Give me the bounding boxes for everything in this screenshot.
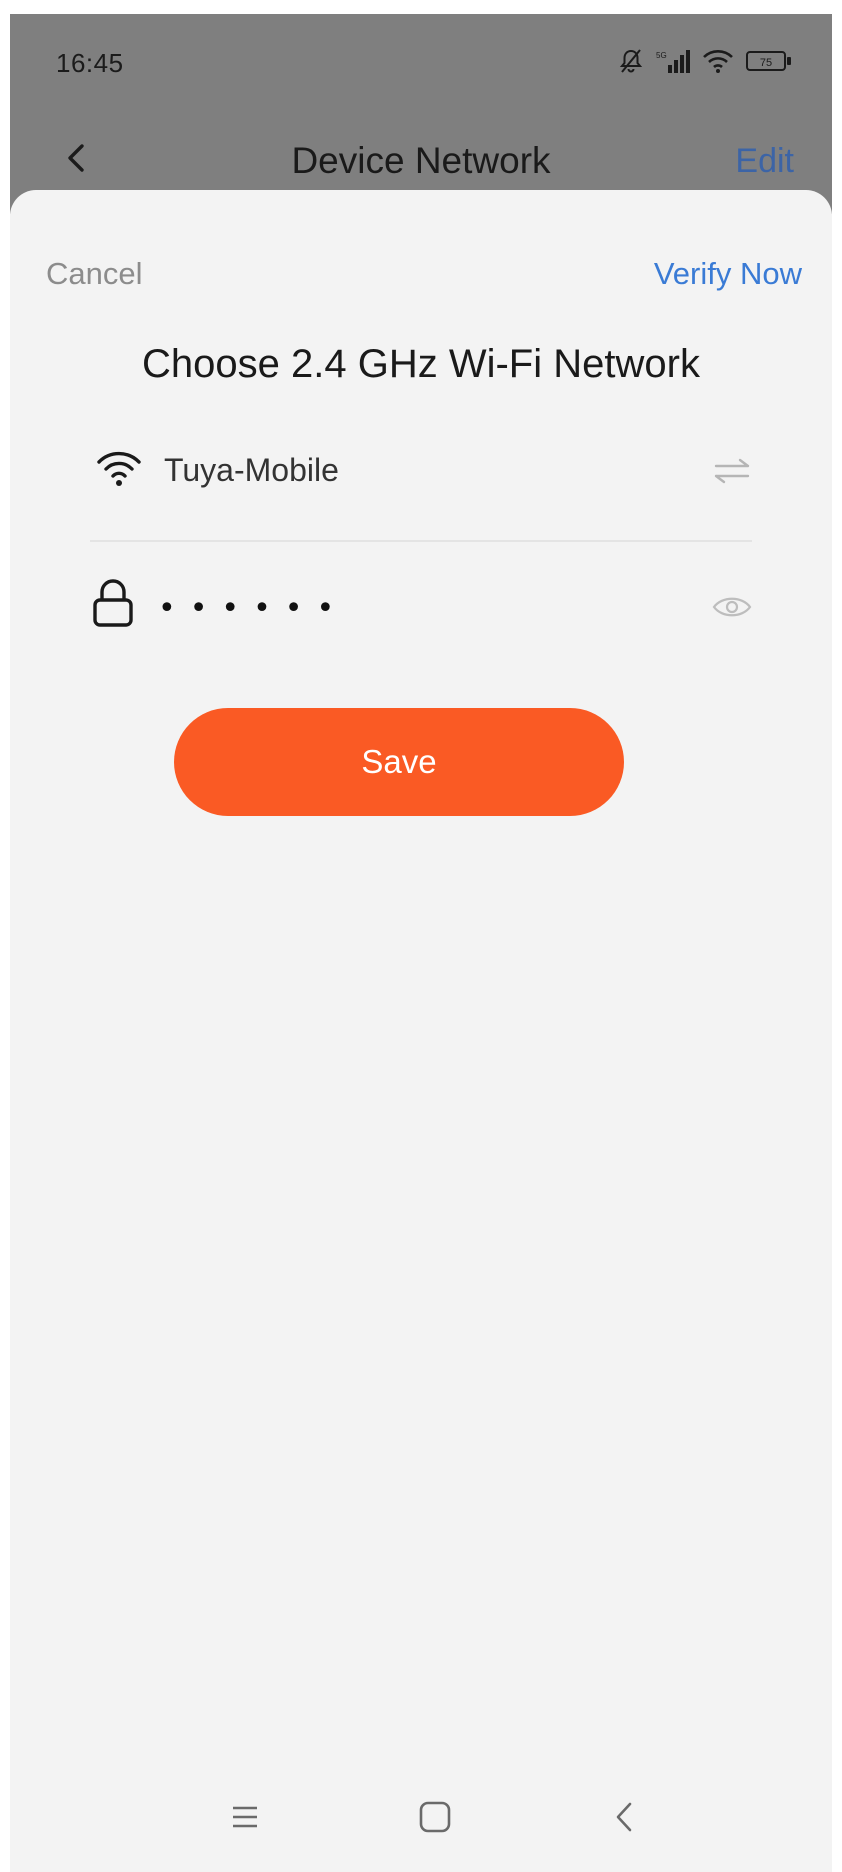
wifi-icon	[702, 48, 734, 74]
signal-icon: 5G	[656, 49, 690, 73]
password-field[interactable]	[156, 572, 640, 644]
ssid-row[interactable]: Tuya-Mobile	[90, 428, 752, 534]
swap-icon[interactable]	[712, 456, 752, 491]
lock-icon	[92, 578, 134, 633]
ssid-name: Tuya-Mobile	[164, 452, 339, 488]
svg-text:75: 75	[760, 57, 772, 69]
screen: 16:45 5G 75 Device Network Edit Cancel V…	[10, 14, 832, 1872]
page-title: Device Network	[291, 140, 551, 181]
wifi-sheet: Cancel Verify Now Choose 2.4 GHz Wi-Fi N…	[10, 190, 832, 1872]
background-app: 16:45 5G 75 Device Network Edit	[10, 14, 832, 214]
verify-now-button[interactable]: Verify Now	[654, 256, 802, 292]
svg-text:5G: 5G	[656, 51, 667, 60]
menu-icon[interactable]	[220, 1792, 270, 1842]
cancel-button[interactable]: Cancel	[46, 256, 143, 292]
home-icon[interactable]	[410, 1792, 460, 1842]
sheet-title: Choose 2.4 GHz Wi-Fi Network	[142, 342, 700, 386]
back-icon[interactable]	[600, 1792, 650, 1842]
bell-off-icon	[618, 48, 644, 74]
divider	[90, 540, 752, 542]
system-nav-bar	[10, 1762, 832, 1872]
save-button[interactable]: Save	[174, 708, 624, 816]
status-icons: 5G 75	[618, 48, 792, 74]
wifi-icon	[96, 448, 142, 493]
password-row	[90, 568, 752, 658]
edit-button[interactable]: Edit	[735, 142, 794, 181]
battery-icon: 75	[746, 49, 792, 73]
status-bar: 16:45 5G 75	[10, 14, 832, 114]
eye-icon[interactable]	[712, 594, 752, 625]
status-time: 16:45	[56, 48, 124, 78]
